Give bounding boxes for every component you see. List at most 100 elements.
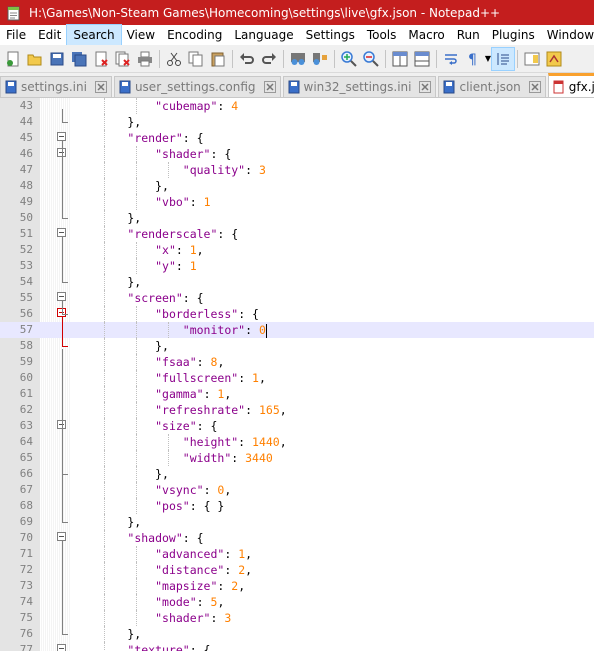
save-all-icon[interactable] (68, 48, 90, 70)
replace-icon[interactable] (309, 48, 331, 70)
zoom-out-icon[interactable] (360, 48, 382, 70)
find-icon[interactable] (287, 48, 309, 70)
code-line[interactable]: 60 "fullscreen": 1, (0, 370, 594, 386)
code-line[interactable]: 44 }, (0, 114, 594, 130)
show-all-chars-icon[interactable]: ¶ (462, 48, 484, 70)
code-text[interactable]: "distance": 2, (72, 562, 252, 578)
close-all-icon[interactable] (112, 48, 134, 70)
code-line[interactable]: 58 }, (0, 338, 594, 354)
code-line[interactable]: 69 }, (0, 514, 594, 530)
paste-icon[interactable] (207, 48, 229, 70)
menu-window[interactable]: Window (541, 25, 594, 45)
menu-tools[interactable]: Tools (361, 25, 403, 45)
code-line[interactable]: 56 "borderless": { (0, 306, 594, 322)
menu-macro[interactable]: Macro (402, 25, 450, 45)
tab-close-icon[interactable] (263, 81, 276, 93)
menu-edit[interactable]: Edit (32, 25, 67, 45)
tab-gfx-json[interactable]: gfx.json (547, 73, 594, 97)
code-line[interactable]: 77 "texture": { (0, 642, 594, 651)
editor[interactable]: 43 "cubemap": 4 44 }, 45 "render": {46 "sh… (0, 98, 594, 651)
code-text[interactable]: "vbo": 1 (72, 194, 210, 210)
menu-settings[interactable]: Settings (300, 25, 361, 45)
print-icon[interactable] (134, 48, 156, 70)
tab-client-json[interactable]: client.json (438, 76, 546, 97)
code-line[interactable]: 52 "x": 1, (0, 242, 594, 258)
code-line[interactable]: 76 }, (0, 626, 594, 642)
code-text[interactable]: }, (72, 626, 141, 642)
code-line[interactable]: 70 "shadow": { (0, 530, 594, 546)
code-line[interactable]: 46 "shader": { (0, 146, 594, 162)
menu-plugins[interactable]: Plugins (486, 25, 541, 45)
code-line[interactable]: 53 "y": 1 (0, 258, 594, 274)
cut-icon[interactable] (163, 48, 185, 70)
code-text[interactable]: "render": { (72, 130, 203, 146)
redo-icon[interactable] (258, 48, 280, 70)
code-line[interactable]: 47 "quality": 3 (0, 162, 594, 178)
code-text[interactable]: "shadow": { (72, 530, 203, 546)
code-text[interactable]: "shader": 3 (72, 610, 231, 626)
code-text[interactable]: }, (72, 178, 169, 194)
code-text[interactable]: "gamma": 1, (72, 386, 231, 402)
code-line[interactable]: 64 "height": 1440, (0, 434, 594, 450)
dropdown-arrow-icon[interactable]: ▼ (484, 54, 492, 63)
code-text[interactable]: "width": 3440 (72, 450, 273, 466)
tab-close-icon[interactable] (528, 81, 541, 93)
code-text[interactable]: "shader": { (72, 146, 231, 162)
code-line[interactable]: 45 "render": { (0, 130, 594, 146)
fold-collapse-icon[interactable] (57, 532, 66, 541)
code-text[interactable]: "borderless": { (72, 306, 259, 322)
zoom-in-icon[interactable] (338, 48, 360, 70)
code-line[interactable]: 43 "cubemap": 4 (0, 98, 594, 114)
copy-icon[interactable] (185, 48, 207, 70)
code-line[interactable]: 67 "vsync": 0, (0, 482, 594, 498)
tab-close-icon[interactable] (94, 81, 107, 93)
code-text[interactable]: "renderscale": { (72, 226, 238, 242)
tab-user-settings-config[interactable]: user_settings.config (113, 76, 281, 97)
save-icon[interactable] (46, 48, 68, 70)
code-text[interactable]: }, (72, 338, 169, 354)
open-file-icon[interactable] (24, 48, 46, 70)
word-wrap-icon[interactable] (440, 48, 462, 70)
menu-search[interactable]: Search (66, 24, 122, 46)
new-file-icon[interactable] (2, 48, 24, 70)
fold-collapse-icon[interactable] (57, 132, 66, 141)
sync-vertical-icon[interactable] (389, 48, 411, 70)
code-line[interactable]: 71 "advanced": 1, (0, 546, 594, 562)
code-line[interactable]: 65 "width": 3440 (0, 450, 594, 466)
menu-file[interactable]: File (0, 25, 32, 45)
code-line[interactable]: 72 "distance": 2, (0, 562, 594, 578)
code-line[interactable]: 54 }, (0, 274, 594, 290)
code-text[interactable]: "cubemap": 4 (72, 98, 238, 114)
code-text[interactable]: "fsaa": 8, (72, 354, 224, 370)
tab-win32-settings-ini[interactable]: win32_settings.ini (282, 76, 437, 97)
code-text[interactable]: "pos": { } (72, 498, 224, 514)
menu-encoding[interactable]: Encoding (161, 25, 228, 45)
tab-close-icon[interactable] (419, 81, 432, 93)
code-text[interactable]: }, (72, 466, 169, 482)
code-line[interactable]: 51 "renderscale": { (0, 226, 594, 242)
code-line[interactable]: 59 "fsaa": 8, (0, 354, 594, 370)
tab-settings-ini[interactable]: settings.ini (0, 76, 112, 97)
code-text[interactable]: }, (72, 514, 141, 530)
code-text[interactable]: }, (72, 114, 141, 130)
code-text[interactable]: "advanced": 1, (72, 546, 252, 562)
menu-view[interactable]: View (121, 25, 161, 45)
doc-map-icon[interactable] (521, 48, 543, 70)
indent-guide-icon[interactable] (491, 46, 515, 71)
code-text[interactable]: }, (72, 210, 141, 226)
fold-collapse-icon[interactable] (57, 292, 66, 301)
code-line[interactable]: 73 "mapsize": 2, (0, 578, 594, 594)
code-text[interactable]: }, (72, 274, 141, 290)
fold-collapse-icon[interactable] (57, 228, 66, 237)
code-text[interactable]: "texture": { (72, 642, 210, 651)
undo-icon[interactable] (236, 48, 258, 70)
code-text[interactable]: "screen": { (72, 290, 203, 306)
close-icon[interactable] (90, 48, 112, 70)
code-line[interactable]: 61 "gamma": 1, (0, 386, 594, 402)
menu-language[interactable]: Language (228, 25, 299, 45)
code-line[interactable]: 50 }, (0, 210, 594, 226)
function-list-icon[interactable] (543, 48, 565, 70)
fold-collapse-icon[interactable] (57, 644, 66, 651)
code-text[interactable]: "vsync": 0, (72, 482, 231, 498)
code-line[interactable]: 74 "mode": 5, (0, 594, 594, 610)
